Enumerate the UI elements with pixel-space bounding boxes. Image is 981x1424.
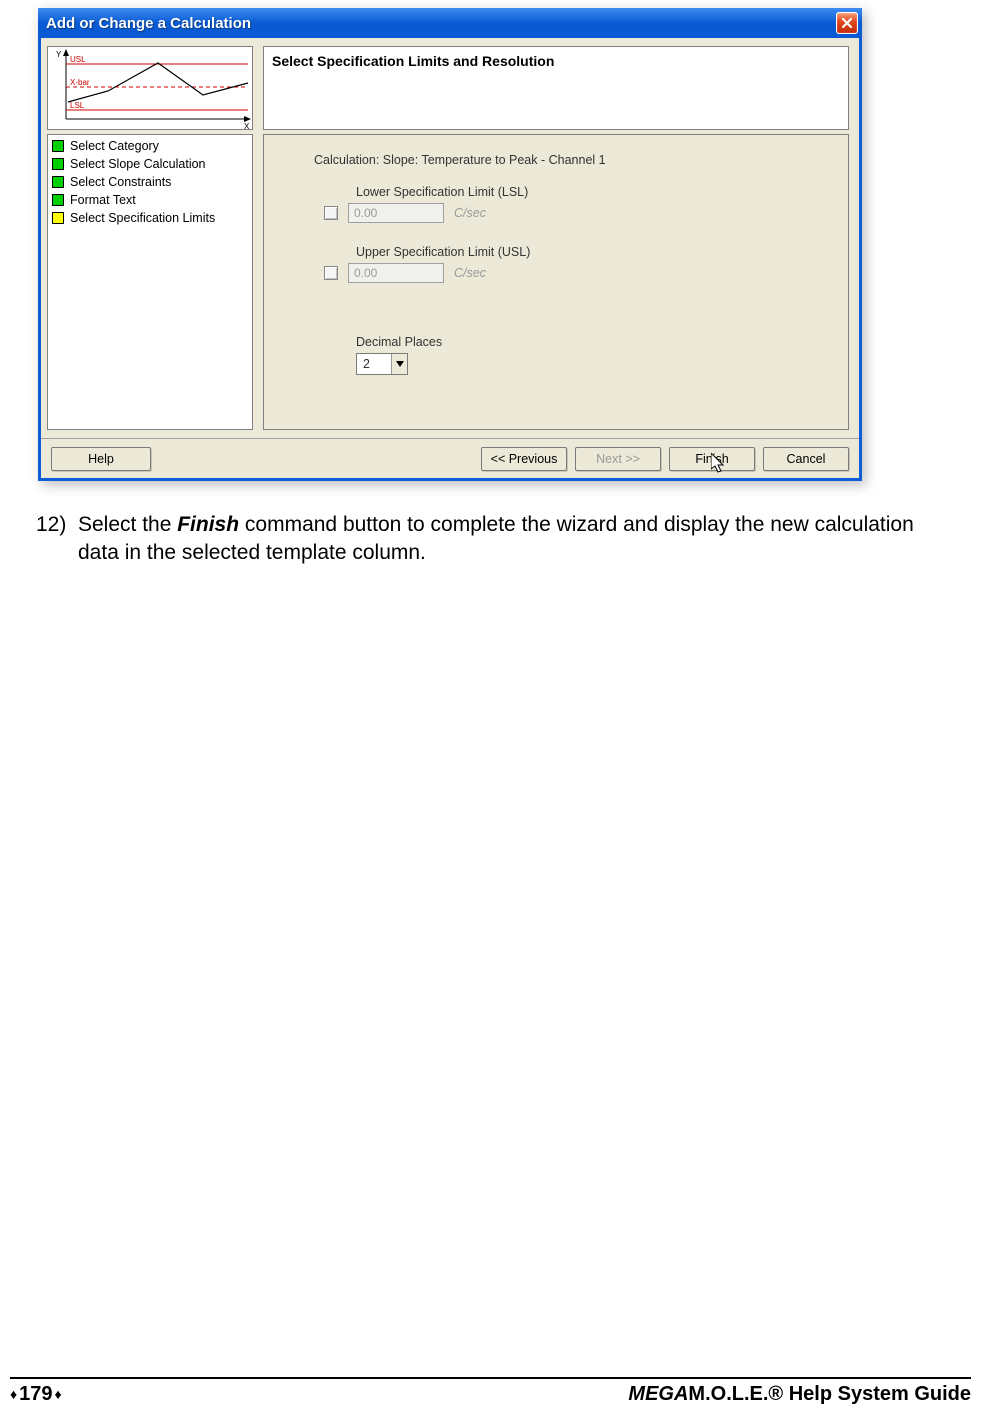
lsl-input[interactable]: 0.00 — [348, 203, 444, 223]
wizard-step: Select Slope Calculation — [52, 155, 248, 173]
lsl-checkbox[interactable] — [324, 206, 338, 220]
preview-graph: Y X USL X-bar LSL — [47, 46, 253, 130]
usl-label: Upper Specification Limit (USL) — [356, 245, 530, 259]
step-status-icon — [52, 140, 64, 152]
close-button[interactable] — [836, 12, 858, 34]
step-status-icon — [52, 158, 64, 170]
help-button[interactable]: Help — [51, 447, 151, 471]
wizard-step: Select Specification Limits — [52, 209, 248, 227]
usl-input[interactable]: 0.00 — [348, 263, 444, 283]
step-status-icon — [52, 176, 64, 188]
panel-header: Select Specification Limits and Resoluti… — [263, 46, 849, 130]
page-footer: ♦179♦ MEGAM.O.L.E.® Help System Guide — [0, 1377, 981, 1406]
instruction-step: 12) Select the Finish command button to … — [36, 511, 931, 568]
step-label: Select Slope Calculation — [70, 155, 206, 173]
decimal-value: 2 — [357, 357, 391, 371]
cancel-button[interactable]: Cancel — [763, 447, 849, 471]
wizard-step: Format Text — [52, 191, 248, 209]
lsl-unit: C/sec — [454, 206, 486, 220]
page-number: ♦179♦ — [10, 1383, 62, 1406]
step-label: Select Category — [70, 137, 159, 155]
close-icon — [841, 17, 853, 29]
next-button: Next >> — [575, 447, 661, 471]
dialog-titlebar: Add or Change a Calculation — [38, 8, 862, 38]
lsl-label: Lower Specification Limit (LSL) — [356, 185, 528, 199]
panel-title: Select Specification Limits and Resoluti… — [272, 53, 554, 69]
svg-text:X-bar: X-bar — [70, 78, 90, 87]
step-label: Select Specification Limits — [70, 209, 215, 227]
dialog-title: Add or Change a Calculation — [46, 15, 836, 32]
svg-text:LSL: LSL — [70, 101, 85, 110]
wizard-button-row: Help << Previous Next >> Finish Cancel — [41, 438, 859, 478]
svg-text:X: X — [244, 122, 250, 129]
chevron-down-icon — [391, 354, 407, 374]
step-status-icon — [52, 194, 64, 206]
decimal-label: Decimal Places — [356, 335, 442, 349]
svg-text:USL: USL — [70, 55, 86, 64]
finish-button[interactable]: Finish — [669, 447, 755, 471]
instruction-number: 12) — [36, 511, 78, 568]
calculation-label: Calculation: Slope: Temperature to Peak … — [314, 153, 606, 167]
svg-text:Y: Y — [56, 50, 62, 59]
instruction-text: Select the Finish command button to comp… — [78, 511, 931, 568]
previous-button[interactable]: << Previous — [481, 447, 567, 471]
footer-title: MEGAM.O.L.E.® Help System Guide — [628, 1383, 971, 1406]
wizard-step: Select Constraints — [52, 173, 248, 191]
panel-body: Calculation: Slope: Temperature to Peak … — [263, 134, 849, 430]
step-label: Format Text — [70, 191, 136, 209]
step-status-icon — [52, 212, 64, 224]
usl-unit: C/sec — [454, 266, 486, 280]
wizard-step: Select Category — [52, 137, 248, 155]
usl-checkbox[interactable] — [324, 266, 338, 280]
step-label: Select Constraints — [70, 173, 171, 191]
wizard-steps: Select Category Select Slope Calculation… — [47, 134, 253, 430]
decimal-select[interactable]: 2 — [356, 353, 408, 375]
